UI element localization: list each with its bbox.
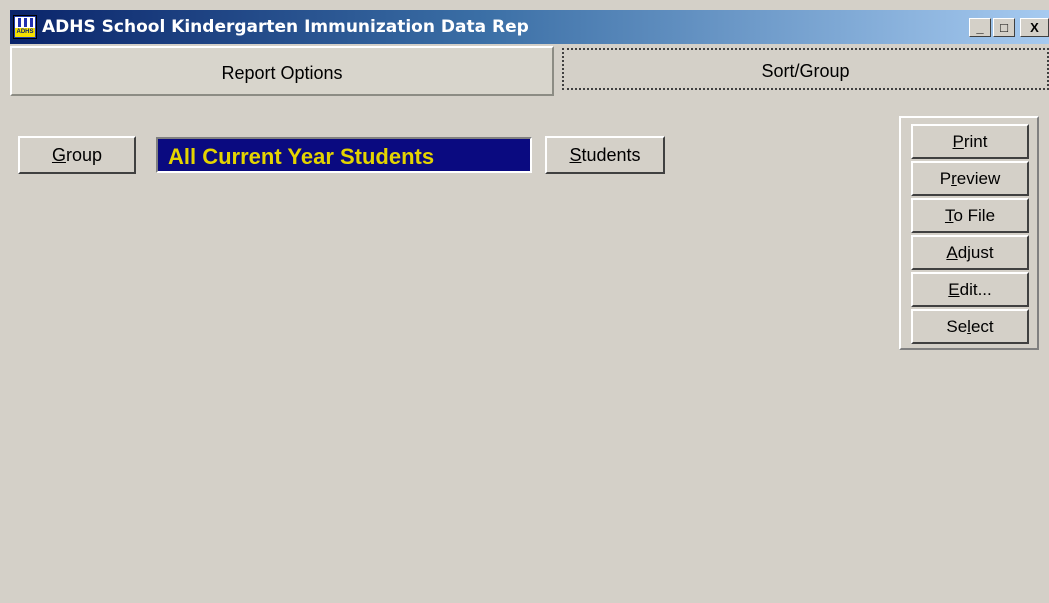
close-icon: X	[1030, 20, 1039, 35]
action-panel: Print Preview To File Adjust Edit... Sel…	[899, 116, 1039, 350]
students-button[interactable]: Students	[545, 136, 665, 174]
adjust-button[interactable]: Adjust	[911, 235, 1029, 270]
close-button[interactable]: X	[1020, 18, 1049, 37]
minimize-icon: _	[976, 20, 984, 35]
button-label: tudents	[581, 145, 641, 165]
maximize-button[interactable]: □	[993, 18, 1015, 37]
maximize-icon: □	[1000, 20, 1008, 35]
tab-label: Report Options	[221, 63, 343, 83]
print-button[interactable]: Print	[911, 124, 1029, 159]
preview-button[interactable]: Preview	[911, 161, 1029, 196]
mnemonic-letter: A	[946, 243, 958, 262]
button-label: roup	[65, 145, 103, 165]
group-value: All Current Year Students	[168, 144, 435, 169]
tab-report-options[interactable]: Report Options	[10, 46, 554, 96]
minimize-button[interactable]: _	[969, 18, 991, 37]
to-file-button[interactable]: To File	[911, 198, 1029, 233]
window-title: ADHS School Kindergarten Immunization Da…	[42, 17, 529, 37]
mnemonic-letter: S	[569, 145, 582, 165]
title-bar[interactable]: ADHS ADHS School Kindergarten Immunizati…	[10, 10, 1049, 44]
select-button[interactable]: Select	[911, 309, 1029, 344]
tab-sort-group[interactable]: Sort/Group	[562, 48, 1049, 90]
mnemonic-letter: E	[948, 280, 960, 299]
edit-button[interactable]: Edit...	[911, 272, 1029, 307]
app-logo-icon[interactable]: ADHS	[13, 15, 37, 39]
group-selection-field[interactable]: All Current Year Students	[156, 137, 532, 173]
tab-label: Sort/Group	[761, 61, 850, 81]
mnemonic-letter: P	[952, 132, 964, 151]
group-button[interactable]: Group	[18, 136, 136, 174]
mnemonic-letter: G	[51, 145, 66, 165]
